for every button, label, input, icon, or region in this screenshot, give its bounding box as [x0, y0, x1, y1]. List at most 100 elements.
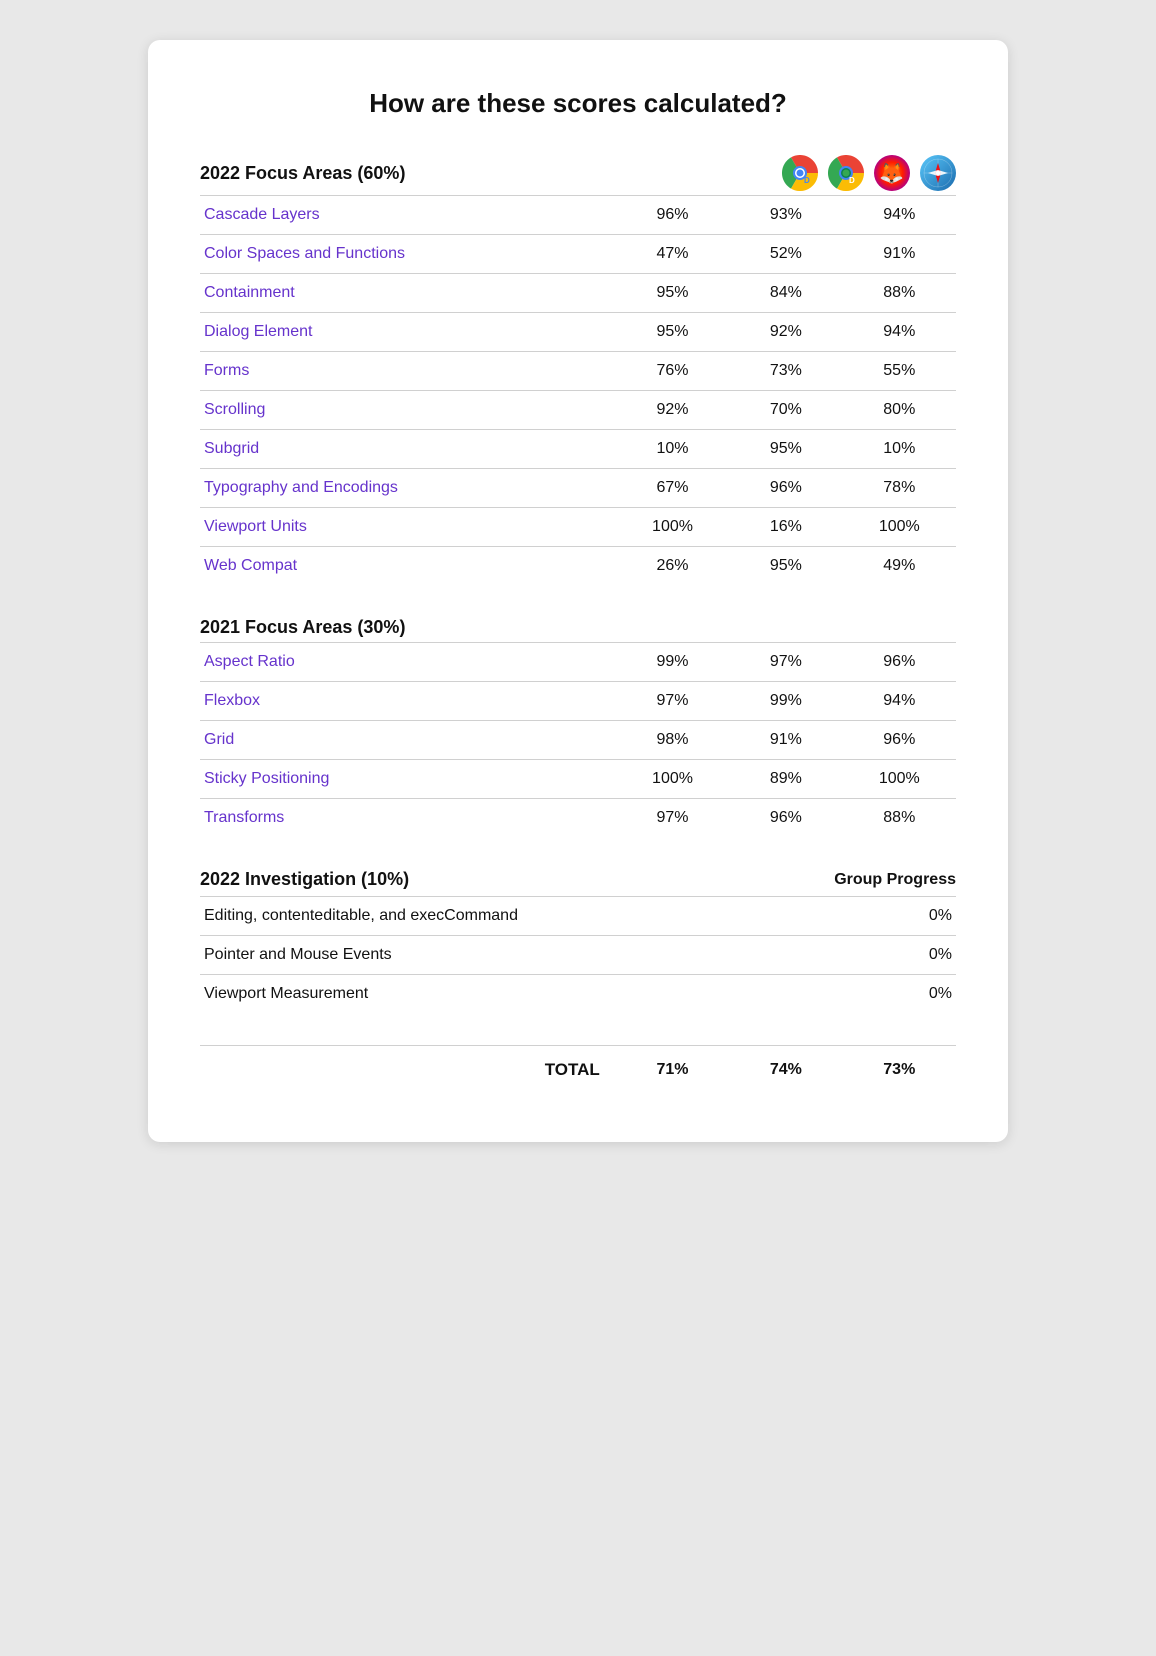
row-label[interactable]: Web Compat	[200, 547, 616, 586]
row-val-2: 97%	[729, 643, 842, 682]
row-label[interactable]: Subgrid	[200, 430, 616, 469]
section-2022inv-title: 2022 Investigation (10%)	[200, 869, 409, 890]
row-val-3: 96%	[843, 721, 956, 760]
row-label[interactable]: Sticky Positioning	[200, 760, 616, 799]
chrome-dev-icon: D	[782, 155, 818, 191]
table-2022-focus: Cascade Layers 96% 93% 94% Color Spaces …	[200, 195, 956, 585]
main-card: How are these scores calculated? 2022 Fo…	[148, 40, 1008, 1142]
row-val-3: 100%	[843, 508, 956, 547]
row-val-2: 92%	[729, 313, 842, 352]
table-row: Grid 98% 91% 96%	[200, 721, 956, 760]
row-label[interactable]: Grid	[200, 721, 616, 760]
svg-text:D: D	[804, 176, 810, 185]
section-2021-title: 2021 Focus Areas (30%)	[200, 617, 405, 638]
table-row: Forms 76% 73% 55%	[200, 352, 956, 391]
total-val-2: 74%	[729, 1046, 842, 1095]
section-2021-header: 2021 Focus Areas (30%)	[200, 617, 956, 638]
row-val-1: 97%	[616, 799, 729, 838]
total-val-1: 71%	[616, 1046, 729, 1095]
section-2021-focus: 2021 Focus Areas (30%) Aspect Ratio 99% …	[200, 617, 956, 837]
row-val-3: 91%	[843, 235, 956, 274]
table-row: Transforms 97% 96% 88%	[200, 799, 956, 838]
row-val-1: 95%	[616, 313, 729, 352]
row-label: Viewport Measurement	[200, 975, 729, 1014]
row-label[interactable]: Cascade Layers	[200, 196, 616, 235]
svg-text:D: D	[849, 176, 855, 185]
table-row: Pointer and Mouse Events 0%	[200, 936, 956, 975]
section-2022-investigation: 2022 Investigation (10%) Group Progress …	[200, 869, 956, 1013]
row-val-1: 99%	[616, 643, 729, 682]
table-row: Sticky Positioning 100% 89% 100%	[200, 760, 956, 799]
row-val-2: 95%	[729, 430, 842, 469]
chrome-dev-icon-2: D	[828, 155, 864, 191]
row-val-2: 73%	[729, 352, 842, 391]
page-title: How are these scores calculated?	[200, 88, 956, 119]
table-2021-focus: Aspect Ratio 99% 97% 96% Flexbox 97% 99%…	[200, 642, 956, 837]
row-val-1: 100%	[616, 760, 729, 799]
table-row: Scrolling 92% 70% 80%	[200, 391, 956, 430]
table-row: Flexbox 97% 99% 94%	[200, 682, 956, 721]
row-val-1: 98%	[616, 721, 729, 760]
row-val-2: 99%	[729, 682, 842, 721]
row-val-3: 88%	[843, 274, 956, 313]
row-val-1: 47%	[616, 235, 729, 274]
row-val-2: 93%	[729, 196, 842, 235]
row-val-1: 26%	[616, 547, 729, 586]
row-val-2: 70%	[729, 391, 842, 430]
row-val-3: 94%	[843, 196, 956, 235]
table-row: Viewport Units 100% 16% 100%	[200, 508, 956, 547]
row-label[interactable]: Forms	[200, 352, 616, 391]
table-row: Aspect Ratio 99% 97% 96%	[200, 643, 956, 682]
table-row: Viewport Measurement 0%	[200, 975, 956, 1014]
row-label[interactable]: Viewport Units	[200, 508, 616, 547]
row-val-1: 76%	[616, 352, 729, 391]
row-val-1: 92%	[616, 391, 729, 430]
row-val: 0%	[729, 897, 956, 936]
section-2022-title: 2022 Focus Areas (60%)	[200, 163, 405, 184]
row-val-2: 16%	[729, 508, 842, 547]
row-val: 0%	[729, 936, 956, 975]
row-label[interactable]: Color Spaces and Functions	[200, 235, 616, 274]
row-val-2: 96%	[729, 469, 842, 508]
row-val-2: 52%	[729, 235, 842, 274]
row-label[interactable]: Flexbox	[200, 682, 616, 721]
total-row: TOTAL 71% 74% 73%	[200, 1046, 956, 1095]
row-val-3: 78%	[843, 469, 956, 508]
section-2022-header: 2022 Focus Areas (60%) D	[200, 155, 956, 191]
safari-icon	[920, 155, 956, 191]
row-val-2: 91%	[729, 721, 842, 760]
row-val-1: 100%	[616, 508, 729, 547]
row-val-1: 97%	[616, 682, 729, 721]
row-val-2: 96%	[729, 799, 842, 838]
row-val-3: 10%	[843, 430, 956, 469]
row-label[interactable]: Typography and Encodings	[200, 469, 616, 508]
row-val: 0%	[729, 975, 956, 1014]
row-val-3: 100%	[843, 760, 956, 799]
group-progress-label: Group Progress	[796, 871, 956, 889]
row-val-3: 96%	[843, 643, 956, 682]
row-label[interactable]: Containment	[200, 274, 616, 313]
table-row: Web Compat 26% 95% 49%	[200, 547, 956, 586]
total-val-3: 73%	[843, 1046, 956, 1095]
row-val-3: 80%	[843, 391, 956, 430]
firefox-icon: 🦊	[874, 155, 910, 191]
row-label[interactable]: Scrolling	[200, 391, 616, 430]
row-label: Editing, contenteditable, and execComman…	[200, 897, 729, 936]
row-val-1: 67%	[616, 469, 729, 508]
table-row: Cascade Layers 96% 93% 94%	[200, 196, 956, 235]
total-label: TOTAL	[200, 1046, 616, 1095]
row-val-3: 94%	[843, 313, 956, 352]
total-table: TOTAL 71% 74% 73%	[200, 1045, 956, 1094]
row-val-3: 55%	[843, 352, 956, 391]
table-row: Dialog Element 95% 92% 94%	[200, 313, 956, 352]
row-val-1: 96%	[616, 196, 729, 235]
row-val-1: 95%	[616, 274, 729, 313]
row-label[interactable]: Dialog Element	[200, 313, 616, 352]
row-label[interactable]: Aspect Ratio	[200, 643, 616, 682]
table-row: Color Spaces and Functions 47% 52% 91%	[200, 235, 956, 274]
row-val-3: 49%	[843, 547, 956, 586]
row-label[interactable]: Transforms	[200, 799, 616, 838]
row-val-3: 88%	[843, 799, 956, 838]
section-2022-focus: 2022 Focus Areas (60%) D	[200, 155, 956, 585]
table-2022-investigation: Editing, contenteditable, and execComman…	[200, 896, 956, 1013]
